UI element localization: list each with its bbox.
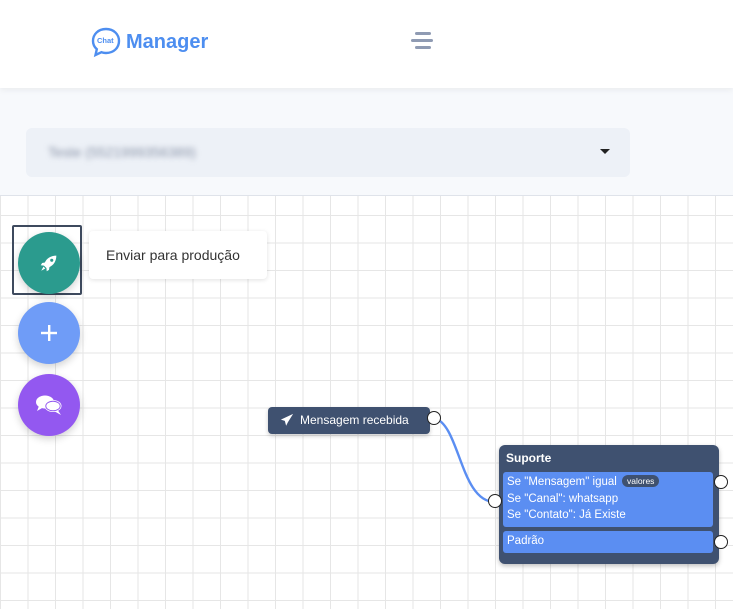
- app-logo[interactable]: Chat Manager: [90, 26, 208, 58]
- deploy-tooltip: Enviar para produção: [89, 231, 267, 279]
- support-node-input-port[interactable]: [488, 494, 502, 508]
- default-block[interactable]: Padrão: [503, 531, 713, 553]
- start-node-output-port[interactable]: [427, 411, 441, 425]
- condition-message-text: Se "Mensagem" igual: [507, 476, 617, 488]
- chat-button[interactable]: [18, 374, 80, 436]
- support-node-title: Suporte: [506, 451, 552, 465]
- chat-bubble-logo-icon: Chat: [90, 26, 122, 58]
- default-output-port[interactable]: [714, 535, 728, 549]
- connector-start-to-support: [433, 416, 496, 504]
- start-node-label: Mensagem recebida: [300, 413, 409, 427]
- connection-select[interactable]: Teste (5521999356389): [26, 128, 630, 177]
- logo-small-text: Chat: [97, 36, 114, 45]
- deploy-tooltip-text: Enviar para produção: [106, 247, 240, 263]
- caret-down-icon: [600, 149, 610, 154]
- support-node[interactable]: Suporte Se "Mensagem" igual valores Se "…: [499, 445, 719, 564]
- deploy-button[interactable]: [18, 232, 80, 294]
- rocket-icon: [40, 255, 57, 272]
- add-node-button[interactable]: [18, 302, 80, 364]
- plus-icon: [41, 325, 57, 341]
- chat-bubbles-icon: [36, 395, 62, 415]
- values-badge[interactable]: valores: [622, 475, 660, 487]
- logo-text: Manager: [126, 30, 209, 53]
- paper-plane-icon: [280, 413, 294, 426]
- condition-contact: Se "Contato": Já Existe: [507, 509, 626, 521]
- connection-select-value: Teste (5521999356389): [48, 144, 196, 160]
- condition-channel: Se "Canal": whatsapp: [507, 493, 619, 505]
- default-label: Padrão: [507, 535, 545, 547]
- start-node[interactable]: Mensagem recebida: [268, 407, 430, 434]
- condition-message: Se "Mensagem" igual valores: [507, 475, 660, 488]
- hamburger-menu-icon[interactable]: [411, 31, 435, 51]
- top-header: Chat Manager: [0, 0, 733, 88]
- condition-output-port[interactable]: [714, 475, 728, 489]
- condition-block[interactable]: Se "Mensagem" igual valores Se "Canal": …: [503, 472, 713, 527]
